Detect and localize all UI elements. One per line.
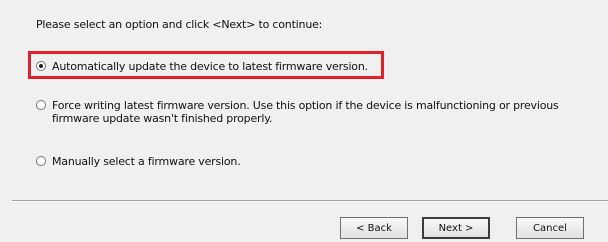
radio-auto-update[interactable] [36,61,46,71]
option-manual-select[interactable]: Manually select a firmware version. [36,155,241,168]
option-manual-select-label: Manually select a firmware version. [52,155,241,168]
footer-separator [12,200,608,202]
option-auto-update-label: Automatically update the device to lates… [52,60,368,73]
radio-manual-select[interactable] [36,156,46,166]
instruction-text: Please select an option and click <Next>… [36,18,323,31]
option-force-write-label: Force writing latest firmware version. U… [52,99,559,125]
cancel-button[interactable]: Cancel [516,217,584,239]
radio-force-write[interactable] [36,100,46,110]
option-auto-update[interactable]: Automatically update the device to lates… [36,60,368,73]
next-button[interactable]: Next > [422,217,490,239]
firmware-update-dialog: Please select an option and click <Next>… [0,0,608,242]
back-button[interactable]: < Back [340,217,408,239]
option-force-write[interactable]: Force writing latest firmware version. U… [36,99,576,125]
